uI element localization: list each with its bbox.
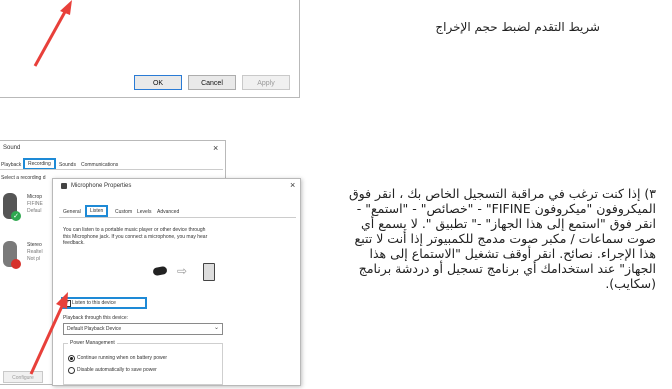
power-option-disable[interactable]: Disable automatically to save power xyxy=(68,366,218,374)
red-arrow-bottom-icon xyxy=(29,292,68,375)
music-player-icon xyxy=(152,265,168,277)
ok-button[interactable]: OK xyxy=(134,75,182,90)
device-sub2: Defaul xyxy=(27,208,42,214)
listen-description: You can listen to a portable music playe… xyxy=(63,227,208,246)
power-option-continue[interactable]: Continue running when on battery power xyxy=(68,354,218,362)
apply-button[interactable]: Apply xyxy=(242,75,290,90)
mic-tab-divider xyxy=(59,217,296,218)
mic-window-title: Microphone Properties xyxy=(71,183,132,189)
listen-to-device-checkbox-row[interactable]: ✓ Listen to this device xyxy=(61,297,147,309)
not-plugged-icon xyxy=(11,259,21,269)
playback-device-value: Default Playback Device xyxy=(67,326,122,332)
instructions-text: ٣) إذا كنت ترغب في مراقبة التسجيل الخاص … xyxy=(348,186,656,291)
device-row-stereo-mix[interactable]: Stereo Realtel Not pl xyxy=(0,239,49,279)
tab-sounds[interactable]: Sounds xyxy=(59,162,76,168)
device-name: Microp xyxy=(27,194,43,200)
device-row-microphone[interactable]: ✓ Microp FIFINE Defaul xyxy=(0,191,49,231)
mic-window-close-button[interactable]: × xyxy=(290,180,295,190)
top-caption: شريط التقدم لضبط حجم الإخراج xyxy=(435,20,600,34)
tab-recording[interactable]: Recording xyxy=(23,158,56,170)
chevron-down-icon: ⌄ xyxy=(213,324,219,331)
cancel-button[interactable]: Cancel xyxy=(188,75,236,90)
tab-communications[interactable]: Communications xyxy=(81,162,118,168)
device-sub1: FIFINE xyxy=(27,201,43,207)
listen-checkbox-label: Listen to this device xyxy=(72,300,116,306)
tab-general[interactable]: General xyxy=(63,209,81,215)
red-arrow-top-icon xyxy=(33,0,72,67)
sound-window-title: Sound xyxy=(3,145,21,151)
tab-divider xyxy=(0,169,223,170)
sound-window-close-button[interactable]: × xyxy=(213,143,218,153)
device-sub2: Not pl xyxy=(27,256,41,262)
power-option-disable-label: Disable automatically to save power xyxy=(77,367,157,373)
device-sub1: Realtel xyxy=(27,249,43,255)
tab-levels[interactable]: Levels xyxy=(137,209,151,215)
tab-advanced[interactable]: Advanced xyxy=(157,209,179,215)
tab-listen[interactable]: Listen xyxy=(84,205,109,217)
device-name: Stereo xyxy=(27,242,42,248)
tab-playback[interactable]: Playback xyxy=(1,162,21,168)
recording-instruction: Select a recording d xyxy=(1,175,46,181)
playback-flow-graphic: ⇨ xyxy=(152,263,223,285)
default-check-icon: ✓ xyxy=(11,211,21,221)
speaker-icon xyxy=(203,263,215,281)
tab-custom[interactable]: Custom xyxy=(115,209,132,215)
mic-window-icon xyxy=(61,183,67,189)
playback-device-select[interactable]: Default Playback Device ⌄ xyxy=(63,323,223,335)
power-management-label: Power Management xyxy=(68,340,117,346)
playback-through-label: Playback through this device: xyxy=(63,315,129,321)
arrow-right-icon: ⇨ xyxy=(177,264,188,278)
power-management-group: Power Management Continue running when o… xyxy=(63,340,223,385)
microphone-properties-window: Microphone Properties × General Listen C… xyxy=(52,178,301,386)
power-option-continue-label: Continue running when on battery power xyxy=(77,355,168,361)
